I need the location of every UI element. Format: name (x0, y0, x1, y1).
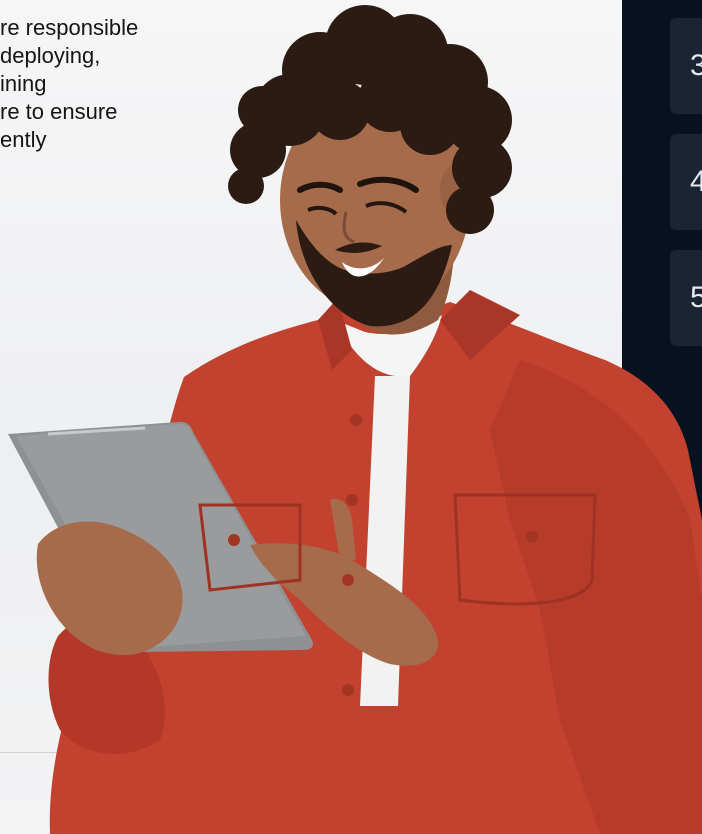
person-photo (8, 5, 702, 834)
